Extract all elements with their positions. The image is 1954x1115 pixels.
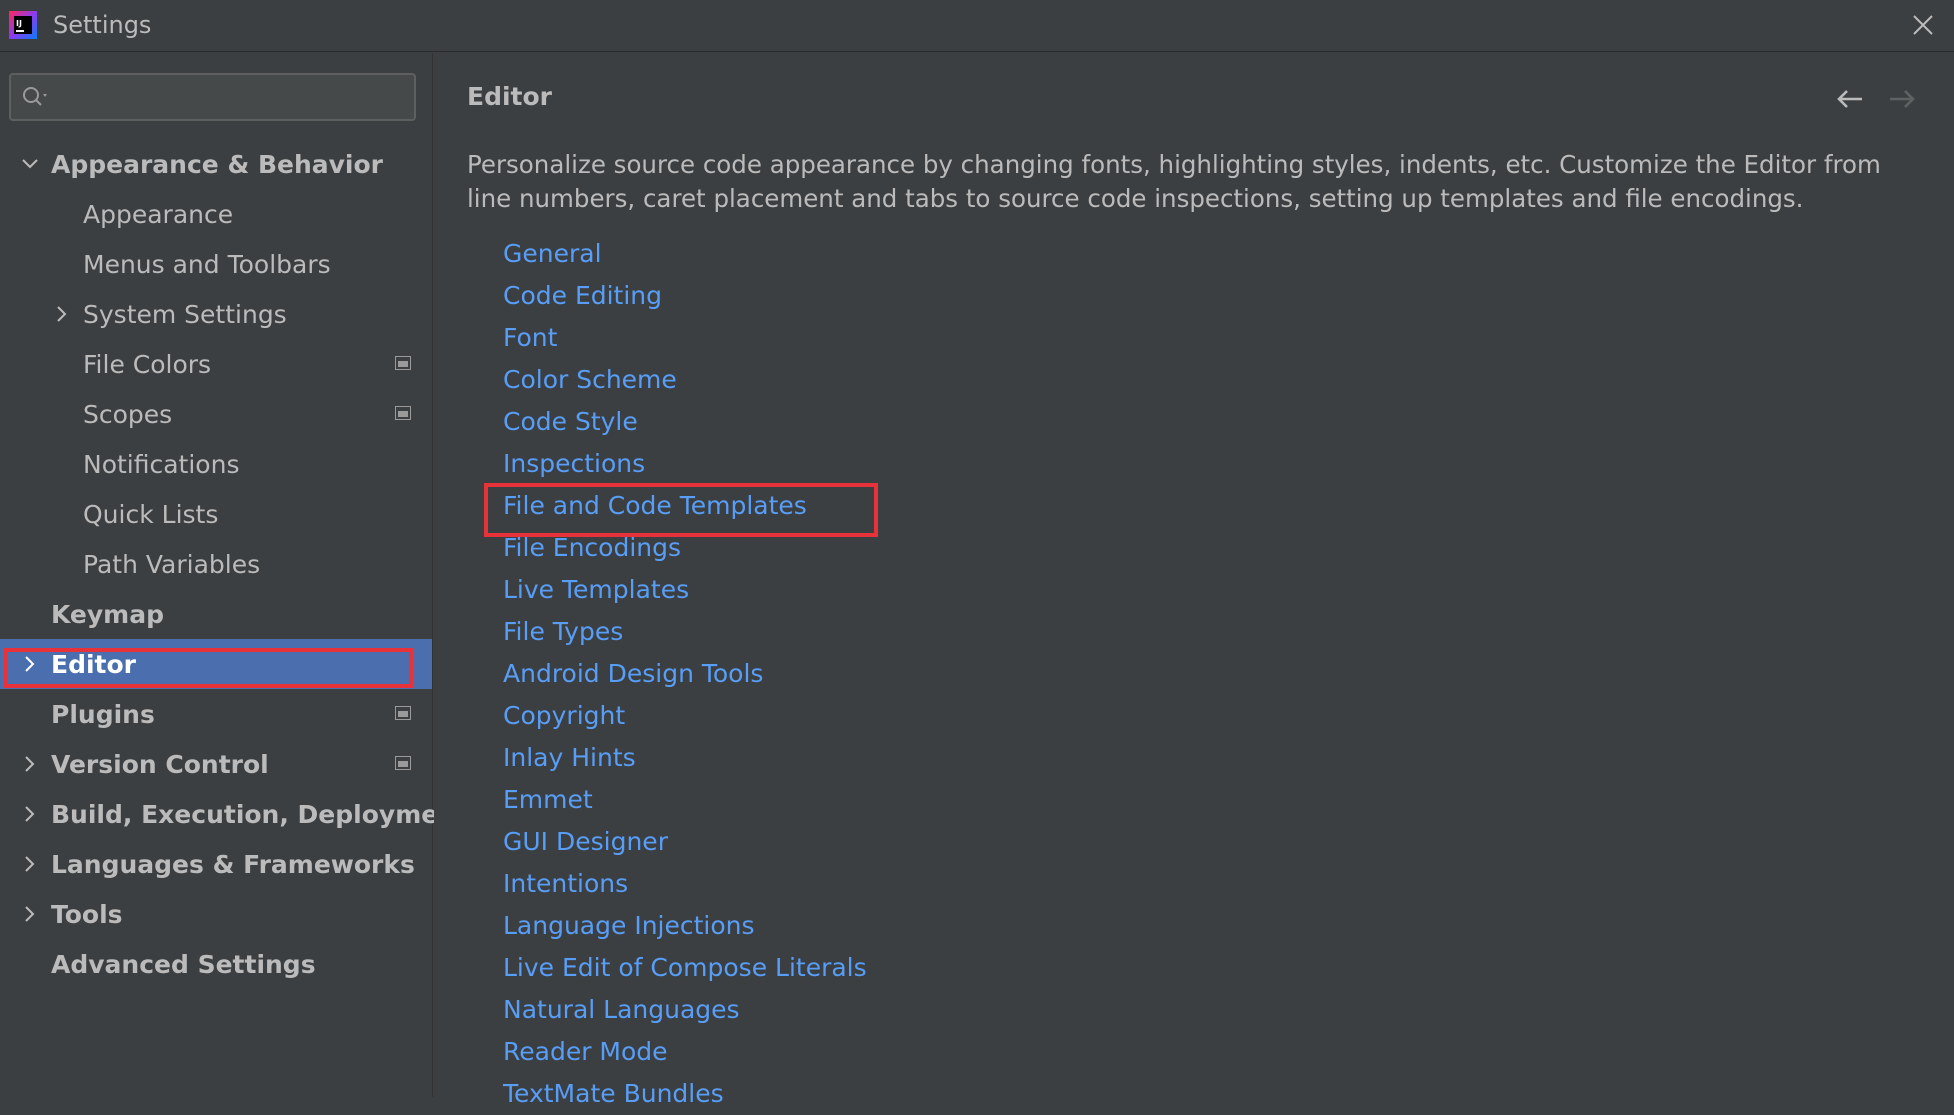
sidebar-item-editor[interactable]: Editor (0, 639, 432, 689)
link-emmet[interactable]: Emmet (503, 779, 1403, 821)
link-color-scheme[interactable]: Color Scheme (503, 359, 1403, 401)
sidebar-item-appearance[interactable]: Appearance (0, 189, 432, 239)
sidebar-item-system-settings[interactable]: System Settings (0, 289, 432, 339)
link-language-injections[interactable]: Language Injections (503, 905, 1403, 947)
sidebar-item-label: Tools (51, 899, 123, 929)
title-bar: IJ Settings (0, 0, 1954, 52)
project-settings-icon (395, 406, 411, 420)
page-title: Editor (467, 82, 552, 111)
sidebar-item-label: Build, Execution, Deployment (51, 799, 468, 829)
chevron-right-icon (25, 856, 35, 872)
sidebar-item-file-colors[interactable]: File Colors (0, 339, 432, 389)
link-copyright[interactable]: Copyright (503, 695, 1403, 737)
sidebar-item-label: Advanced Settings (51, 949, 316, 979)
link-inlay-hints[interactable]: Inlay Hints (503, 737, 1403, 779)
link-live-templates[interactable]: Live Templates (503, 569, 1403, 611)
sidebar-item-build-execution-deployment[interactable]: Build, Execution, Deployment (0, 789, 468, 839)
link-code-editing[interactable]: Code Editing (503, 275, 1403, 317)
sidebar-item-label: Quick Lists (83, 499, 219, 529)
link-file-types[interactable]: File Types (503, 611, 1403, 653)
link-font[interactable]: Font (503, 317, 1403, 359)
link-live-edit-compose-literals[interactable]: Live Edit of Compose Literals (503, 947, 1403, 989)
sidebar-item-label: Keymap (51, 599, 165, 629)
link-code-style[interactable]: Code Style (503, 401, 1403, 443)
chevron-right-icon (25, 656, 35, 672)
chevron-right-icon (57, 306, 67, 322)
chevron-right-icon (25, 806, 35, 822)
sidebar-item-label: Menus and Toolbars (83, 249, 331, 279)
sidebar-item-label: Appearance & Behavior (51, 149, 383, 179)
arrow-right-icon[interactable] (1886, 83, 1918, 115)
link-textmate-bundles[interactable]: TextMate Bundles (503, 1073, 1403, 1115)
link-android-design-tools[interactable]: Android Design Tools (503, 653, 1403, 695)
sidebar-item-label: File Colors (83, 349, 212, 379)
sidebar-item-languages-frameworks[interactable]: Languages & Frameworks (0, 839, 432, 889)
sidebar-item-label: Appearance (83, 199, 234, 229)
link-inspections[interactable]: Inspections (503, 443, 1403, 485)
sidebar-item-version-control[interactable]: Version Control (0, 739, 432, 789)
sidebar-item-label: System Settings (83, 299, 287, 329)
sidebar-item-plugins[interactable]: Plugins (0, 689, 432, 739)
editor-subpage-links: General Code Editing Font Color Scheme C… (503, 233, 1403, 1115)
search-input[interactable] (59, 75, 413, 121)
project-settings-icon (395, 756, 411, 770)
sidebar-item-label: Scopes (83, 399, 173, 429)
sidebar-item-path-variables[interactable]: Path Variables (0, 539, 432, 589)
sidebar-item-notifications[interactable]: Notifications (0, 439, 432, 489)
link-intentions[interactable]: Intentions (503, 863, 1403, 905)
sidebar-item-label: Plugins (51, 699, 155, 729)
link-file-encodings[interactable]: File Encodings (503, 527, 1403, 569)
link-reader-mode[interactable]: Reader Mode (503, 1031, 1403, 1073)
sidebar-item-scopes[interactable]: Scopes (0, 389, 432, 439)
settings-content: Editor Personalize source code appearanc… (434, 53, 1954, 1108)
project-settings-icon (395, 356, 411, 370)
chevron-right-icon (25, 906, 35, 922)
sidebar-item-quick-lists[interactable]: Quick Lists (0, 489, 432, 539)
sidebar-item-keymap[interactable]: Keymap (0, 589, 432, 639)
search-box[interactable] (9, 73, 416, 121)
window-title: Settings (53, 11, 152, 39)
chevron-down-icon (22, 159, 38, 169)
close-icon (1913, 15, 1933, 35)
search-icon (23, 87, 47, 106)
link-general[interactable]: General (503, 233, 1403, 275)
close-button[interactable] (1908, 10, 1938, 40)
sidebar-item-label: Editor (51, 649, 136, 679)
link-file-code-templates[interactable]: File and Code Templates (503, 485, 1403, 527)
sidebar-item-tools[interactable]: Tools (0, 889, 432, 939)
sidebar-item-label: Languages & Frameworks (51, 849, 415, 879)
sidebar-item-menus-toolbars[interactable]: Menus and Toolbars (0, 239, 432, 289)
sidebar-item-appearance-behavior[interactable]: Appearance & Behavior (0, 139, 432, 189)
sidebar-item-label: Path Variables (83, 549, 261, 579)
sidebar-item-label: Notifications (83, 449, 240, 479)
intellij-logo-icon: IJ (9, 11, 37, 39)
arrow-left-icon[interactable] (1834, 83, 1866, 115)
project-settings-icon (395, 706, 411, 720)
chevron-right-icon (25, 756, 35, 772)
sidebar-item-label: Version Control (51, 749, 269, 779)
page-description: Personalize source code appearance by ch… (467, 150, 1881, 213)
link-gui-designer[interactable]: GUI Designer (503, 821, 1403, 863)
link-natural-languages[interactable]: Natural Languages (503, 989, 1403, 1031)
sidebar-item-advanced-settings[interactable]: Advanced Settings (0, 939, 432, 989)
svg-text:IJ: IJ (16, 19, 22, 28)
settings-sidebar: Appearance & Behavior Appearance Menus a… (0, 53, 468, 1097)
